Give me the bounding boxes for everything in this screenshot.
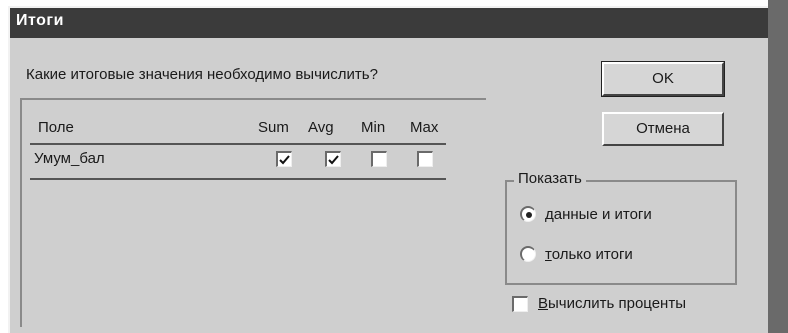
totals-only-label[interactable]: только итоги <box>545 246 633 263</box>
avg-checkbox[interactable] <box>325 151 341 167</box>
show-group-label: Показать <box>514 170 586 187</box>
data-and-totals-radio[interactable] <box>520 206 536 222</box>
data-and-totals-label[interactable]: данные и итоги <box>545 206 652 223</box>
show-group-box <box>505 180 737 285</box>
title-bar[interactable]: Итоги <box>10 8 768 38</box>
header-divider <box>30 143 446 145</box>
column-header-min: Min <box>361 119 386 136</box>
column-header-sum: Sum <box>258 119 289 136</box>
prompt-text: Какие итоговые значения необходимо вычис… <box>26 66 378 83</box>
background-window-edge <box>768 0 788 333</box>
calculate-percent-checkbox[interactable] <box>512 296 528 312</box>
column-header-field: Поле <box>38 119 74 136</box>
totals-only-radio[interactable] <box>520 246 536 262</box>
max-checkbox[interactable] <box>417 151 433 167</box>
window-title: Итоги <box>16 12 64 29</box>
min-checkbox[interactable] <box>371 151 387 167</box>
sum-checkbox[interactable] <box>276 151 292 167</box>
column-header-max: Max <box>410 119 439 136</box>
calculate-percent-label[interactable]: Вычислить проценты <box>538 295 686 312</box>
cancel-button[interactable]: Отмена <box>602 112 724 146</box>
row-divider <box>30 178 446 180</box>
check-icon <box>328 155 339 165</box>
radio-selected-dot <box>526 212 532 218</box>
ok-button[interactable]: OK <box>601 61 725 97</box>
column-header-avg: Avg <box>308 119 334 136</box>
field-name: Умум_бал <box>34 150 105 167</box>
check-icon <box>279 155 290 165</box>
